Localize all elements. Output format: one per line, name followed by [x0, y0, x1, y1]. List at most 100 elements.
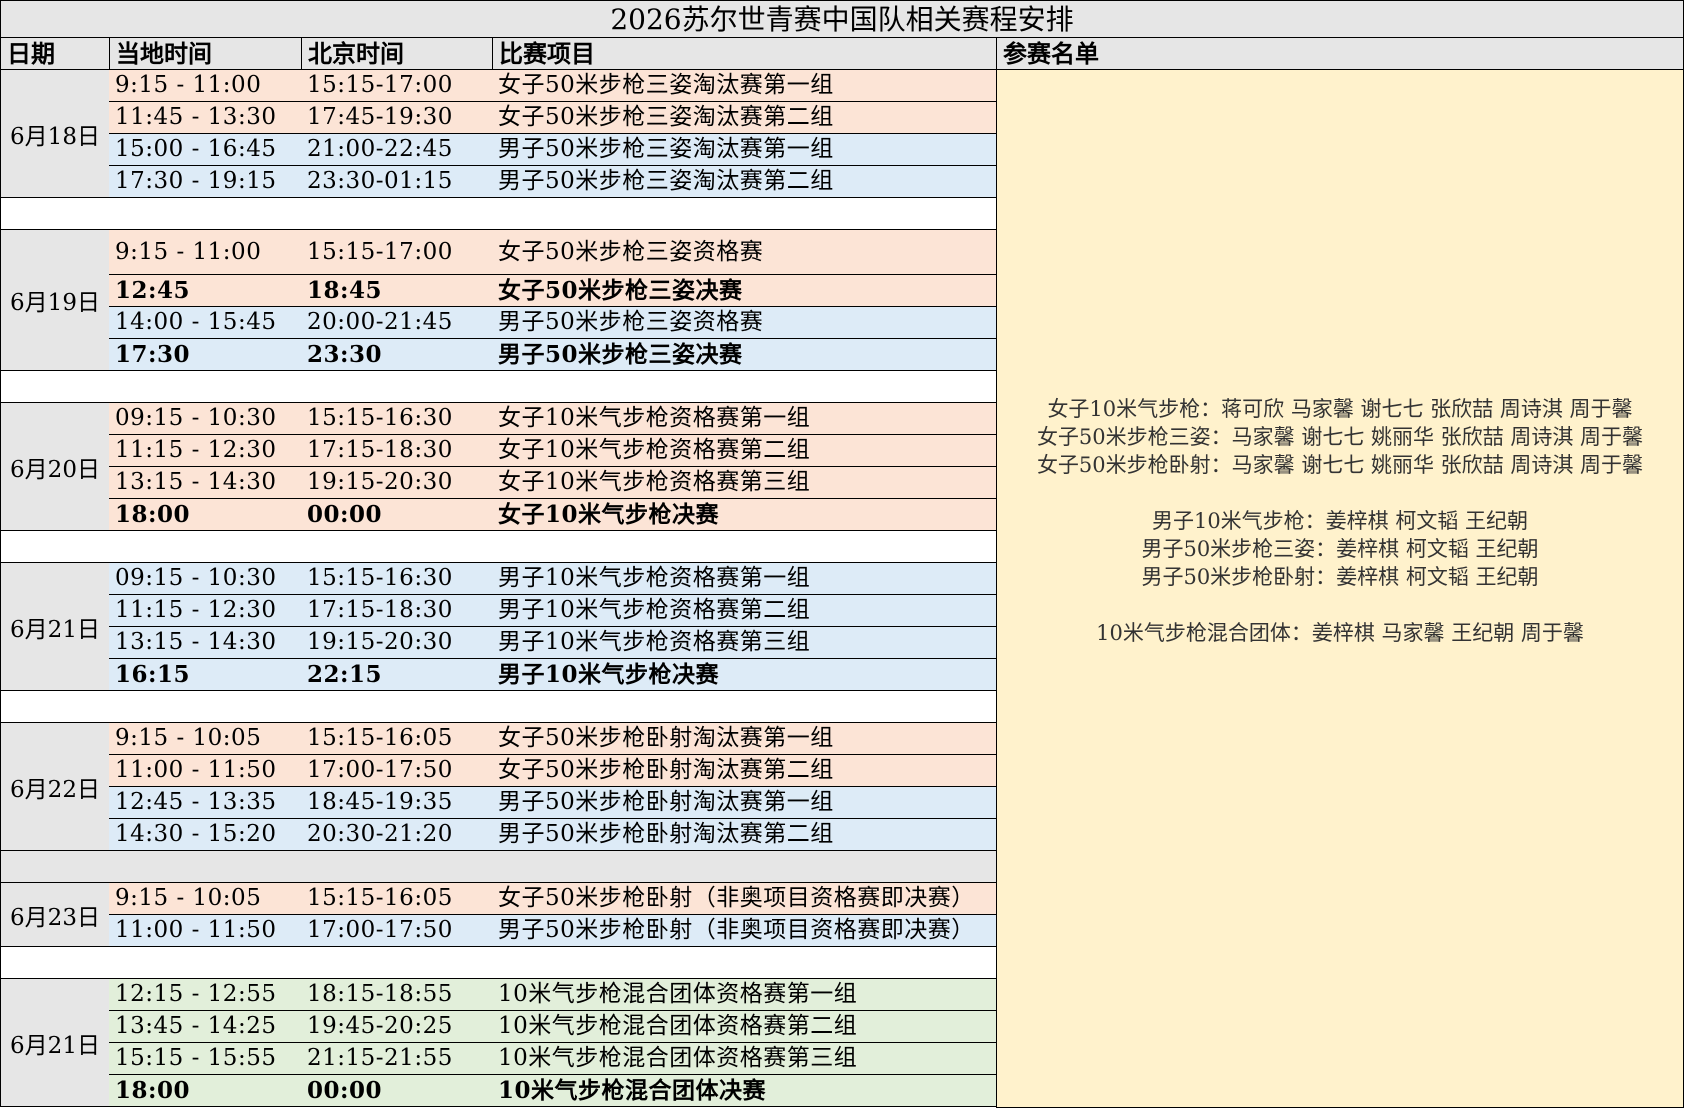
event-cell: 10米气步枪混合团体资格赛第三组	[492, 1043, 997, 1075]
date-cell: 6月19日	[0, 230, 110, 371]
local-time-cell: 12:45	[109, 275, 302, 307]
date-cell: 6月20日	[0, 403, 110, 531]
beijing-time-cell: 17:45-19:30	[301, 102, 493, 134]
beijing-time-cell: 20:00-21:45	[301, 307, 493, 339]
beijing-time-cell: 18:45	[301, 275, 493, 307]
beijing-time-cell: 18:45-19:35	[301, 787, 493, 819]
local-time-cell: 15:00 - 16:45	[109, 134, 302, 166]
local-time-cell: 11:15 - 12:30	[109, 435, 302, 467]
local-time-cell: 13:15 - 14:30	[109, 627, 302, 659]
date-cell: 6月22日	[0, 723, 110, 851]
local-time-cell: 13:15 - 14:30	[109, 467, 302, 499]
page-title: 2026苏尔世青赛中国队相关赛程安排	[0, 0, 1684, 38]
event-cell: 10米气步枪混合团体决赛	[492, 1075, 997, 1107]
local-time-cell: 14:30 - 15:20	[109, 819, 302, 851]
event-cell: 男子10米气步枪资格赛第二组	[492, 595, 997, 627]
beijing-time-cell: 18:15-18:55	[301, 979, 493, 1011]
event-cell: 10米气步枪混合团体资格赛第二组	[492, 1011, 997, 1043]
local-time-cell: 9:15 - 11:00	[109, 230, 302, 275]
local-time-cell: 18:00	[109, 499, 302, 531]
date-cell: 6月21日	[0, 979, 110, 1107]
event-cell: 女子10米气步枪资格赛第一组	[492, 403, 997, 435]
roster-line: 女子50米步枪卧射：马家馨 谢七七 姚丽华 张欣喆 周诗淇 周于馨	[1036, 453, 1644, 477]
beijing-time-cell: 23:30-01:15	[301, 166, 493, 198]
event-cell: 女子50米步枪卧射淘汰赛第二组	[492, 755, 997, 787]
local-time-cell: 12:15 - 12:55	[109, 979, 302, 1011]
date-cell: 6月21日	[0, 563, 110, 691]
local-time-cell: 14:00 - 15:45	[109, 307, 302, 339]
event-cell: 男子50米步枪三姿淘汰赛第二组	[492, 166, 997, 198]
local-time-cell: 11:45 - 13:30	[109, 102, 302, 134]
beijing-time-cell: 17:15-18:30	[301, 595, 493, 627]
beijing-time-cell: 21:00-22:45	[301, 134, 493, 166]
header-date: 日期	[0, 38, 110, 70]
beijing-time-cell: 17:00-17:50	[301, 755, 493, 787]
event-cell: 男子50米步枪三姿决赛	[492, 339, 997, 371]
event-cell: 女子50米步枪卧射淘汰赛第一组	[492, 723, 997, 755]
local-time-cell: 11:00 - 11:50	[109, 755, 302, 787]
beijing-time-cell: 20:30-21:20	[301, 819, 493, 851]
beijing-time-cell: 21:15-21:55	[301, 1043, 493, 1075]
event-cell: 女子10米气步枪资格赛第三组	[492, 467, 997, 499]
schedule-sheet: 2026苏尔世青赛中国队相关赛程安排 日期 当地时间 北京时间 比赛项目 参赛名…	[0, 0, 1686, 1108]
date-cell: 6月23日	[0, 883, 110, 947]
local-time-cell: 11:15 - 12:30	[109, 595, 302, 627]
beijing-time-cell: 23:30	[301, 339, 493, 371]
local-time-cell: 18:00	[109, 1075, 302, 1107]
event-cell: 男子10米气步枪资格赛第三组	[492, 627, 997, 659]
event-cell: 男子50米步枪三姿淘汰赛第一组	[492, 134, 997, 166]
roster-line: 男子50米步枪三姿：姜梓棋 柯文韬 王纪朝	[1141, 537, 1539, 561]
event-cell: 女子50米步枪三姿淘汰赛第二组	[492, 102, 997, 134]
header-roster: 参赛名单	[996, 38, 1684, 70]
beijing-time-cell: 19:45-20:25	[301, 1011, 493, 1043]
roster-line: 女子10米气步枪：蒋可欣 马家馨 谢七七 张欣喆 周诗淇 周于馨	[1047, 397, 1633, 421]
beijing-time-cell: 15:15-16:30	[301, 563, 493, 595]
event-cell: 男子50米步枪三姿资格赛	[492, 307, 997, 339]
event-cell: 女子10米气步枪决赛	[492, 499, 997, 531]
roster-line: 女子50米步枪三姿：马家馨 谢七七 姚丽华 张欣喆 周诗淇 周于馨	[1036, 425, 1644, 449]
local-time-cell: 17:30	[109, 339, 302, 371]
event-cell: 男子10米气步枪资格赛第一组	[492, 563, 997, 595]
event-cell: 男子50米步枪卧射淘汰赛第一组	[492, 787, 997, 819]
header-event: 比赛项目	[492, 38, 997, 70]
roster-line: 10米气步枪混合团体：姜梓棋 马家馨 王纪朝 周于馨	[1096, 621, 1584, 645]
local-time-cell: 9:15 - 10:05	[109, 883, 302, 915]
beijing-time-cell: 00:00	[301, 1075, 493, 1107]
spacer-row	[0, 198, 997, 230]
date-cell: 6月18日	[0, 70, 110, 198]
spacer-row	[0, 691, 997, 723]
local-time-cell: 16:15	[109, 659, 302, 691]
beijing-time-cell: 17:00-17:50	[301, 915, 493, 947]
beijing-time-cell: 19:15-20:30	[301, 467, 493, 499]
spacer-row	[0, 531, 997, 563]
beijing-time-cell: 22:15	[301, 659, 493, 691]
event-cell: 男子10米气步枪决赛	[492, 659, 997, 691]
local-time-cell: 9:15 - 11:00	[109, 70, 302, 102]
beijing-time-cell: 17:15-18:30	[301, 435, 493, 467]
spacer-row	[0, 371, 997, 403]
beijing-time-cell: 00:00	[301, 499, 493, 531]
beijing-time-cell: 15:15-16:05	[301, 723, 493, 755]
event-cell: 女子50米步枪卧射（非奥项目资格赛即决赛）	[492, 883, 997, 915]
event-cell: 男子50米步枪卧射淘汰赛第二组	[492, 819, 997, 851]
local-time-cell: 17:30 - 19:15	[109, 166, 302, 198]
beijing-time-cell: 15:15-16:30	[301, 403, 493, 435]
event-cell: 女子10米气步枪资格赛第二组	[492, 435, 997, 467]
local-time-cell: 13:45 - 14:25	[109, 1011, 302, 1043]
local-time-cell: 12:45 - 13:35	[109, 787, 302, 819]
roster-line: 男子10米气步枪：姜梓棋 柯文韬 王纪朝	[1151, 509, 1529, 533]
beijing-time-cell: 19:15-20:30	[301, 627, 493, 659]
local-time-cell: 9:15 - 10:05	[109, 723, 302, 755]
header-beijing-time: 北京时间	[301, 38, 493, 70]
beijing-time-cell: 15:15-16:05	[301, 883, 493, 915]
roster-panel: 女子10米气步枪：蒋可欣 马家馨 谢七七 张欣喆 周诗淇 周于馨 女子50米步枪三…	[996, 70, 1684, 1108]
beijing-time-cell: 15:15-17:00	[301, 70, 493, 102]
local-time-cell: 09:15 - 10:30	[109, 403, 302, 435]
local-time-cell: 11:00 - 11:50	[109, 915, 302, 947]
local-time-cell: 09:15 - 10:30	[109, 563, 302, 595]
header-local-time: 当地时间	[109, 38, 302, 70]
event-cell: 女子50米步枪三姿决赛	[492, 275, 997, 307]
event-cell: 男子50米步枪卧射（非奥项目资格赛即决赛）	[492, 915, 997, 947]
spacer-row	[0, 947, 997, 979]
event-cell: 女子50米步枪三姿淘汰赛第一组	[492, 70, 997, 102]
